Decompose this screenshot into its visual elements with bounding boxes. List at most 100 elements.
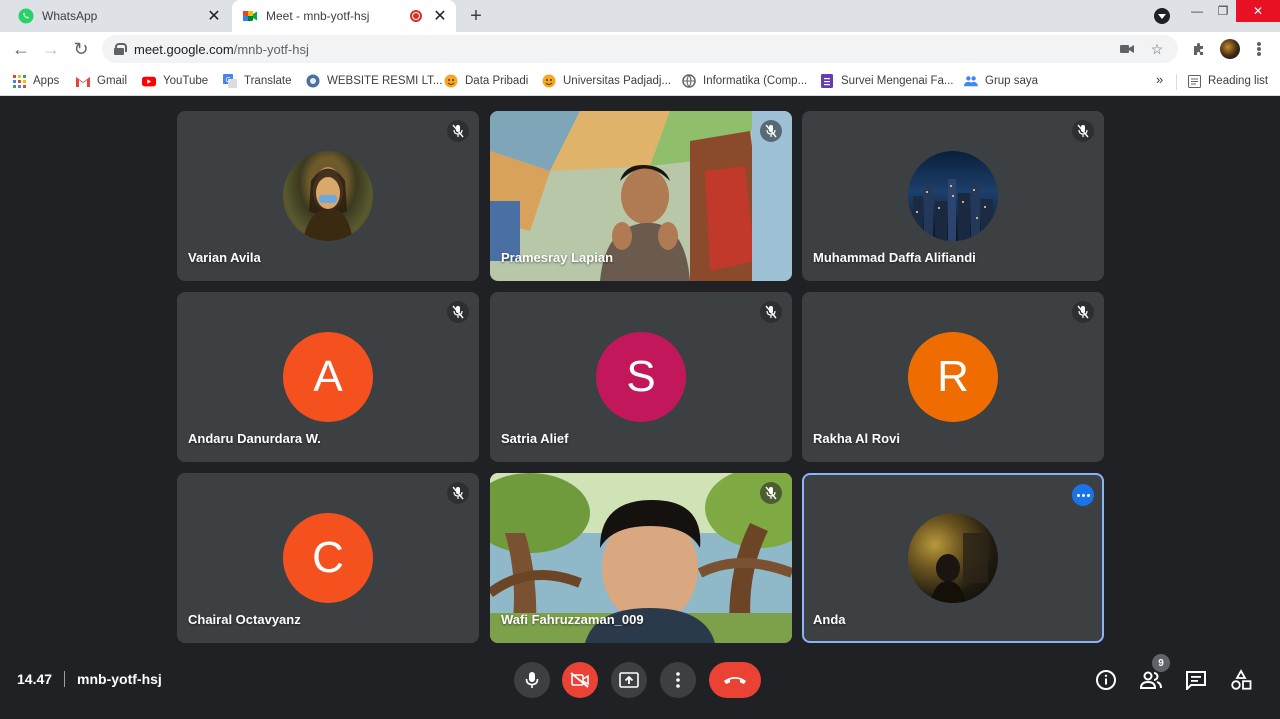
profile-avatar[interactable] [1220,39,1240,59]
present-screen-icon [619,672,639,688]
meet-stage: Varian Avila Pramesray Lapian Muhammad D… [0,96,1280,719]
participant-tile[interactable]: S Satria Alief [490,292,792,462]
bookmark-label: Gmail [97,75,128,87]
mic-off-icon [760,120,782,142]
bookmark-label: Apps [33,75,60,87]
bookmark-label: Universitas Padjadj... [563,75,672,87]
participant-name: Chairal Octavyanz [188,612,301,627]
back-arrow-icon[interactable]: ← [12,40,30,58]
url-text[interactable]: meet.google.com/mnb-yotf-hsj [134,42,1118,57]
bookmark-grup-saya[interactable]: Grup saya [964,72,1038,90]
more-bookmarks-icon[interactable]: » [1156,72,1163,87]
meeting-details-button[interactable] [1093,667,1119,693]
bookmark-label: Translate [244,75,292,87]
participant-tile[interactable]: Pramesray Lapian [490,111,792,281]
bookmark-label: YouTube [163,75,209,87]
more-options-icon[interactable] [1072,484,1094,506]
tab-whatsapp[interactable]: WhatsApp ✕ [8,0,230,32]
participant-tile[interactable]: C Chairal Octavyanz [177,473,479,643]
close-window-icon[interactable]: ✕ [1236,0,1280,22]
bookmark-translate[interactable]: G Translate [223,72,292,90]
participant-name: Wafi Fahruzzaman_009 [501,612,644,627]
browser-tab-bar: WhatsApp ✕ Meet - mnb-yotf-hsj ✕ + — ❐ ✕ [0,0,1280,32]
bookmark-label: Survei Mengenai Fa... [841,75,954,87]
bookmark-apps[interactable]: Apps [12,72,59,90]
mic-off-icon [760,482,782,504]
microphone-button[interactable] [514,662,550,698]
participant-tile[interactable]: Muhammad Daffa Alifiandi [802,111,1104,281]
tab-google-meet[interactable]: Meet - mnb-yotf-hsj ✕ [232,0,456,32]
reload-icon[interactable]: ↻ [72,40,90,58]
leave-call-button[interactable] [709,662,761,698]
avatar [908,151,998,241]
translate-icon: G [223,74,237,88]
close-tab-icon[interactable]: ✕ [432,8,448,25]
new-tab-button[interactable]: + [466,6,486,26]
activities-button[interactable] [1228,667,1254,693]
bookmark-universitas-padjadjaran[interactable]: Universitas Padjadj... [542,72,671,90]
lock-icon[interactable] [114,43,127,55]
bookmark-label: Informatika (Comp... [703,75,808,87]
info-icon [1096,670,1116,690]
minimize-icon[interactable]: — [1184,0,1210,22]
restore-icon[interactable]: ❐ [1210,0,1236,22]
avatar [283,151,373,241]
tab-title: WhatsApp [42,9,98,23]
google-meet-icon [243,11,257,21]
bookmark-survei[interactable]: Survei Mengenai Fa... [820,72,954,90]
camera-button[interactable] [562,662,598,698]
close-tab-icon[interactable]: ✕ [206,8,222,25]
bookmark-gmail[interactable]: Gmail [76,72,127,90]
present-now-button[interactable] [611,662,647,698]
emoji-icon [542,74,556,88]
whatsapp-icon [18,8,34,24]
participant-tile[interactable]: Wafi Fahruzzaman_009 [490,473,792,643]
reading-list-label: Reading list [1208,75,1269,87]
group-icon [964,74,978,88]
bookmark-youtube[interactable]: YouTube [142,72,208,90]
chrome-menu-icon[interactable] [1256,40,1262,58]
extensions-puzzle-icon[interactable] [1190,40,1208,58]
meeting-code: mnb-yotf-hsj [77,671,162,687]
participant-tile[interactable]: Varian Avila [177,111,479,281]
browser-toolbar: ← → ↻ meet.google.com/mnb-yotf-hsj ☆ [0,32,1280,66]
camera-indicator-icon[interactable] [1118,40,1136,58]
participant-tile[interactable]: R Rakha Al Rovi [802,292,1104,462]
bookmark-star-icon[interactable]: ☆ [1148,40,1166,58]
chat-button[interactable] [1183,667,1209,693]
bookmark-website-resmi[interactable]: WEBSITE RESMI LT... [306,72,442,90]
bookmark-label: Grup saya [985,75,1039,87]
mic-off-icon [1072,120,1094,142]
avatar-photo [930,533,988,603]
participant-tile[interactable]: A Andaru Danurdara W. [177,292,479,462]
more-options-button[interactable] [660,662,696,698]
avatar-initial: C [283,513,373,603]
forms-icon [820,74,834,88]
bookmark-informatika[interactable]: Informatika (Comp... [682,72,807,90]
mic-off-icon [760,301,782,323]
people-icon [1139,671,1162,689]
divider [64,671,66,687]
mic-off-icon [1072,301,1094,323]
camera-off-icon [570,672,589,688]
avatar-initial: S [596,332,686,422]
participant-name: Rakha Al Rovi [813,431,900,446]
meeting-info: 14.47 mnb-yotf-hsj [17,671,162,687]
globe-icon [682,74,696,88]
bookmark-label: Data Pribadi [465,75,529,87]
activities-icon [1231,669,1252,690]
globe-icon [306,74,320,88]
chat-icon [1186,671,1206,690]
tab-title: Meet - mnb-yotf-hsj [266,9,370,23]
address-bar[interactable]: meet.google.com/mnb-yotf-hsj ☆ [102,35,1178,63]
tab-search-icon[interactable] [1154,8,1170,24]
self-participant-tile[interactable]: Anda [802,473,1104,643]
mic-off-icon [447,120,469,142]
reading-list-button[interactable]: Reading list [1187,72,1268,90]
meet-control-bar: 14.47 mnb-yotf-hsj 9 [0,652,1280,719]
bookmark-label: WEBSITE RESMI LT... [327,75,443,87]
forward-arrow-icon[interactable]: → [42,40,60,58]
bookmark-data-pribadi[interactable]: Data Pribadi [444,72,528,90]
more-options-icon [676,672,680,688]
reading-list-icon [1187,74,1201,88]
